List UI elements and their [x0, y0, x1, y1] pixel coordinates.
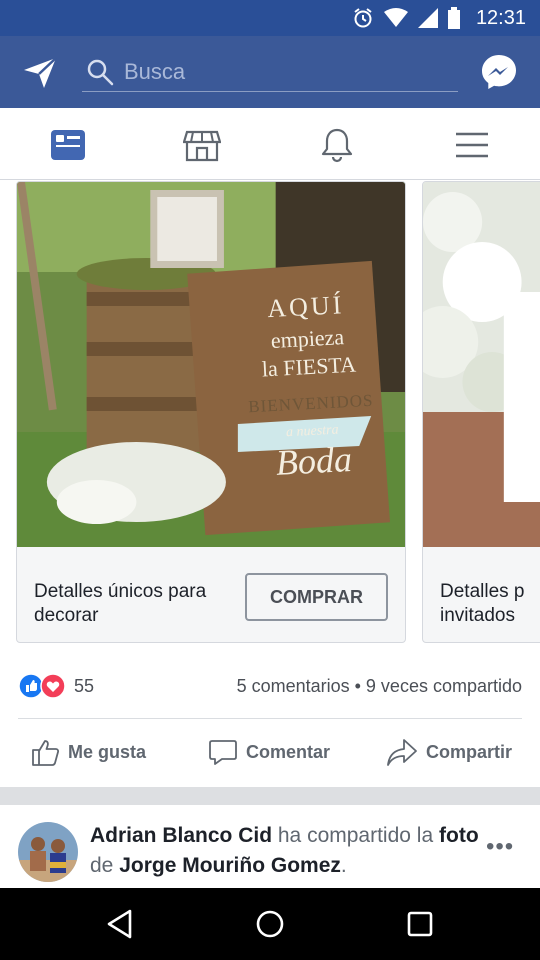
- product-card[interactable]: Detalles p invitados: [422, 181, 540, 643]
- product-title: Detalles p invitados: [440, 581, 525, 626]
- tab-marketplace[interactable]: [183, 126, 221, 164]
- product-card[interactable]: AQUÍ empieza la FIESTA BIENVENIDOS a nue…: [16, 181, 406, 643]
- search-input[interactable]: Busca: [82, 52, 458, 92]
- tab-bar: [0, 108, 540, 180]
- sign-text: AQUÍ empieza la FIESTA BIENVENIDOS a nue…: [230, 288, 390, 486]
- divider: [18, 718, 522, 719]
- top-bar: Busca: [0, 36, 540, 108]
- target-link[interactable]: Jorge Mouriño Gomez: [119, 854, 341, 877]
- clock: 12:31: [475, 6, 526, 29]
- post-verb: ha compartido: [277, 824, 411, 847]
- comment-button[interactable]: Comentar: [208, 737, 330, 767]
- search-icon: [87, 59, 114, 85]
- post-article: la: [416, 824, 434, 847]
- buy-button[interactable]: COMPRAR: [245, 573, 388, 621]
- back-icon[interactable]: [102, 906, 138, 942]
- avatar[interactable]: [18, 822, 78, 882]
- author-link[interactable]: Adrian Blanco Cid: [90, 824, 272, 847]
- thumbs-up-icon: [32, 740, 60, 766]
- post-header: Adrian Blanco Cid ha compartido la foto …: [0, 805, 540, 888]
- tab-notifications[interactable]: [318, 126, 356, 164]
- share-button[interactable]: Compartir: [386, 737, 512, 767]
- signal-icon: [417, 8, 438, 28]
- like-button[interactable]: Me gusta: [30, 737, 146, 767]
- search-placeholder: Busca: [124, 58, 186, 84]
- avatar-image: [18, 822, 78, 882]
- news-feed: AQUÍ empieza la FIESTA BIENVENIDOS a nue…: [0, 181, 540, 888]
- comment-icon: [209, 740, 237, 765]
- post-actions: Me gusta Comentar Compartir: [0, 729, 540, 775]
- photo-link[interactable]: foto: [439, 824, 479, 847]
- product-image: [423, 182, 540, 547]
- recents-icon[interactable]: [402, 906, 438, 942]
- product-title: Detalles únicos para decorar: [34, 581, 207, 626]
- tab-news-feed[interactable]: [49, 126, 87, 164]
- home-icon[interactable]: [252, 906, 288, 942]
- system-nav-bar: [0, 888, 540, 960]
- tab-menu[interactable]: [453, 126, 491, 164]
- share-icon: [387, 739, 417, 766]
- comments-shares-count[interactable]: 5 comentarios • 9 veces compartido: [237, 676, 522, 697]
- feed-separator: [0, 787, 540, 805]
- sign-line: AQUÍ: [266, 290, 345, 324]
- sign-line: la FIESTA: [261, 351, 357, 382]
- post-end: .: [340, 854, 347, 877]
- status-bar: 12:31: [0, 0, 540, 36]
- reactions-row[interactable]: 55 5 comentarios • 9 veces compartido: [18, 671, 522, 701]
- messenger-icon[interactable]: [480, 53, 518, 91]
- wifi-icon: [383, 8, 408, 27]
- sign-line: Boda: [274, 438, 353, 483]
- sign-line: BIENVENIDOS: [247, 390, 374, 417]
- post-title: Adrian Blanco Cid ha compartido la foto …: [90, 821, 490, 881]
- send-icon[interactable]: [22, 54, 58, 90]
- comment-label: Comentar: [246, 741, 331, 762]
- share-label: Compartir: [426, 741, 513, 762]
- like-label: Me gusta: [68, 741, 147, 762]
- battery-icon: [447, 7, 460, 29]
- more-options-button[interactable]: •••: [486, 833, 514, 861]
- reaction-count: 55: [74, 675, 95, 696]
- love-reaction-icon: [40, 673, 66, 699]
- alarm-icon: [354, 8, 372, 28]
- post-prep: de: [90, 854, 114, 877]
